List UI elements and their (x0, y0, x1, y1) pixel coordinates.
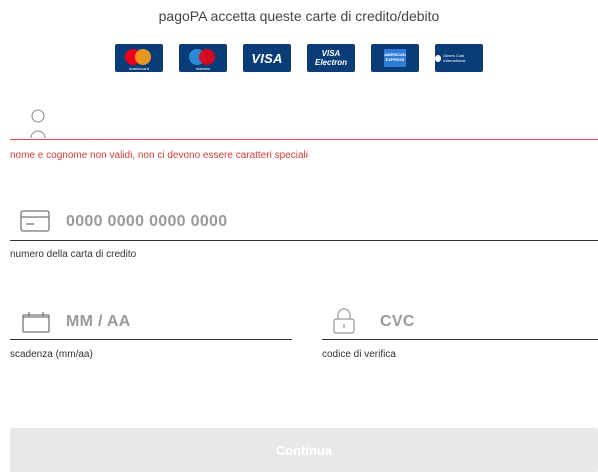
cvc-label: codice di verifica (322, 349, 396, 360)
card-number-label: numero della carta di credito (10, 249, 137, 260)
accepted-cards-row: mastercard maestro VISA VISA Electron AM… (0, 44, 598, 72)
name-field[interactable] (58, 108, 592, 140)
name-error-message: nome e cognome non validi, non ci devono… (10, 150, 308, 161)
name-field-underline (10, 139, 598, 140)
expiry-underline (10, 339, 292, 340)
user-icon (28, 108, 48, 143)
cvc-underline (322, 339, 598, 340)
continue-button[interactable]: Continua (10, 428, 598, 472)
mastercard-logo: mastercard (115, 44, 163, 72)
maestro-logo: maestro (179, 44, 227, 72)
expiry-label: scadenza (mm/aa) (10, 349, 93, 360)
calendar-icon (22, 311, 50, 338)
amex-logo: AMERICAN EXPRESS (371, 44, 419, 72)
lock-icon (332, 308, 356, 339)
diners-club-logo: Diners Club International (435, 44, 483, 72)
cvc-input[interactable]: CVC (380, 313, 415, 331)
expiry-input[interactable]: MM / AA (66, 313, 131, 331)
credit-card-icon (20, 210, 50, 237)
visa-electron-logo: VISA Electron (307, 44, 355, 72)
card-number-underline (10, 240, 598, 241)
card-number-input[interactable]: 0000 0000 0000 0000 (66, 213, 227, 231)
visa-logo: VISA (243, 44, 291, 72)
accepted-cards-title: pagoPA accetta queste carte di credito/d… (158, 8, 440, 24)
